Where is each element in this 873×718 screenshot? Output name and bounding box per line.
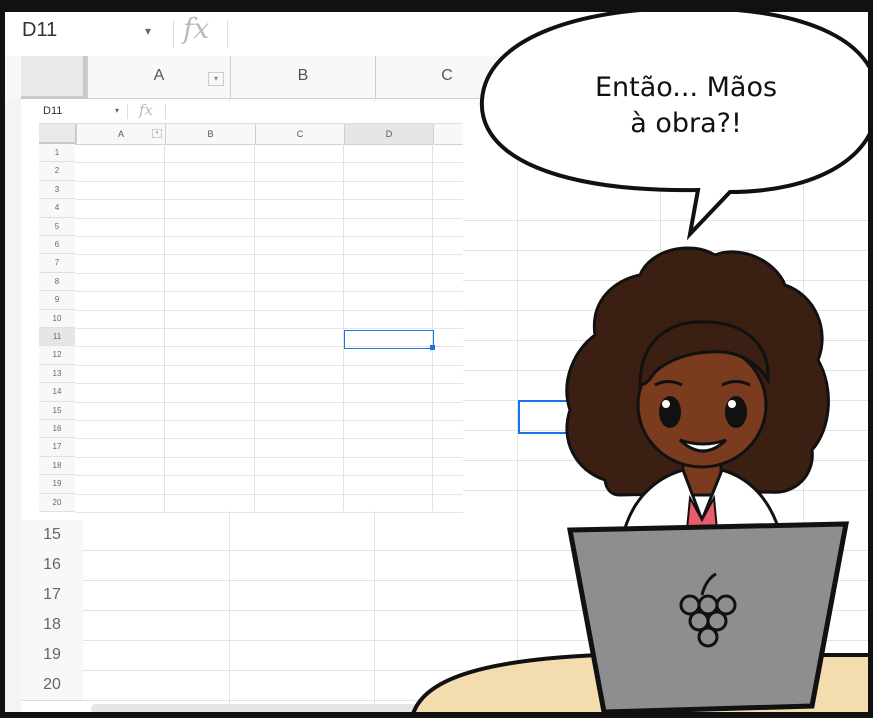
- left-eye: [659, 396, 681, 428]
- speech-line-1: Então... Mãos: [594, 72, 778, 103]
- right-eye: [725, 396, 747, 428]
- speech-bubble-text: Então... Mãos à obra?!: [561, 70, 811, 142]
- speech-line-2: à obra?!: [630, 108, 742, 139]
- comic-frame: D11 ▾ fx A ▾ B C 15 16 17 18 19 20 D11 ▾…: [0, 0, 873, 718]
